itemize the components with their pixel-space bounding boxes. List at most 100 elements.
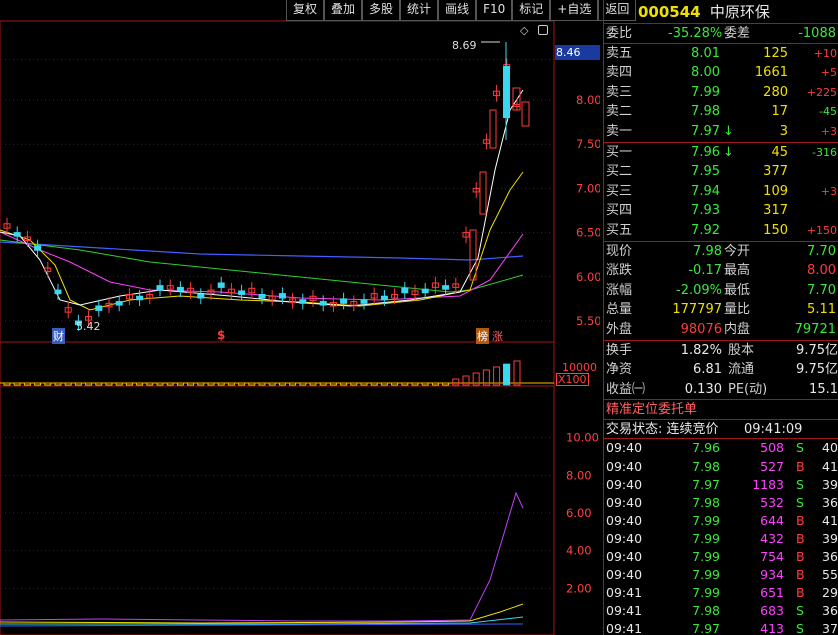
marker-dollar[interactable]: $ xyxy=(217,328,225,342)
toolbar-huaxian-button[interactable]: 画线 xyxy=(438,0,477,21)
kline-chart[interactable]: 8.00 7.50 7.00 6.50 6.00 5.50 10.00 8.00 6.00 4.0… xyxy=(0,0,602,635)
ask-change: +10 xyxy=(813,46,837,60)
trade-row[interactable]: 09:40 7.99 934 B 55 xyxy=(604,566,838,584)
trade-row[interactable]: 09:40 7.98 527 B 41 xyxy=(604,458,838,476)
quote-panel: 000544 中原环保 委比 -35.28% 委差 -1088 卖五 8.01 … xyxy=(603,0,838,635)
trade-side: B xyxy=(796,512,805,528)
volume-bar xyxy=(421,382,429,386)
price-tick-label: 6.50 xyxy=(576,226,600,240)
volume-bar xyxy=(34,382,42,386)
volume-bar xyxy=(289,382,297,386)
ask-level[interactable]: 卖二 7.98 17 -45 xyxy=(604,102,838,122)
trade-side: B xyxy=(796,567,805,583)
toolbar-diejia-button[interactable]: 叠加 xyxy=(324,0,363,21)
ask-price: 7.97 xyxy=(691,123,720,139)
trade-count: 29 xyxy=(822,585,838,601)
stat-row: 外盘 98076 内盘 79721 xyxy=(604,320,838,340)
stat2-label-2: 股本 xyxy=(728,342,755,358)
trade-status: 交易状态: 连续竞价 xyxy=(606,421,719,437)
trade-row[interactable]: 09:40 7.97 1183 S 39 xyxy=(604,476,838,494)
toolbar-zixuan-button[interactable]: +自选 xyxy=(550,0,599,21)
volume-bar xyxy=(207,382,215,386)
panel-toggle-icon[interactable] xyxy=(538,25,548,35)
trade-row[interactable]: 09:41 7.99 651 B 29 xyxy=(604,584,838,602)
stat-value-2: 7.70 xyxy=(807,282,836,298)
stat-label: 现价 xyxy=(606,243,633,259)
trade-side: S xyxy=(796,494,804,510)
volume-bar xyxy=(248,382,256,386)
stat2-label-2: 流通 xyxy=(728,362,755,378)
ask-change: -45 xyxy=(819,105,837,119)
toolbar-f10-button[interactable]: F10 xyxy=(476,0,513,21)
trade-row[interactable]: 09:40 7.98 532 S 36 xyxy=(604,494,838,512)
bid-level[interactable]: 买三 7.94 109 +3 xyxy=(604,182,838,202)
marker-bang[interactable]: 榜 xyxy=(476,328,489,344)
price-tick-label: 5.50 xyxy=(576,314,600,328)
toolbar-tongji-button[interactable]: 统计 xyxy=(400,0,439,21)
candle-body xyxy=(156,285,164,291)
kline-svg[interactable]: 8.00 7.50 7.00 6.50 6.00 5.50 10.00 8.00 6.00 4.0… xyxy=(0,0,602,635)
indicator-tick-label: 4.00 xyxy=(566,544,592,558)
order-title-row[interactable]: 精准定位委托单 xyxy=(604,400,838,420)
volume-bar xyxy=(156,382,164,386)
bid-volume: 45 xyxy=(771,144,788,160)
trade-time: 09:41:09 xyxy=(744,421,803,437)
candle-body xyxy=(115,301,123,306)
bid-level[interactable]: 买一 7.96 ↓ 45 -316 xyxy=(604,143,838,163)
volume-bar xyxy=(238,382,246,386)
candle-body xyxy=(489,109,497,149)
trade-row[interactable]: 09:41 7.97 413 S 37 xyxy=(604,620,838,635)
candle-body xyxy=(521,101,530,127)
trade-time-cell: 09:40 xyxy=(606,476,643,492)
toolbar-duogu-button[interactable]: 多股 xyxy=(362,0,401,21)
volume-bar xyxy=(319,382,327,386)
indicator-tick-label: 10.00 xyxy=(566,431,599,445)
trade-row[interactable]: 09:40 7.96 508 S 40 xyxy=(604,439,838,457)
trade-row[interactable]: 09:40 7.99 754 B 36 xyxy=(604,548,838,566)
volume-bar xyxy=(360,382,368,386)
trade-count: 36 xyxy=(822,549,838,565)
bid-level[interactable]: 买二 7.95 377 xyxy=(604,162,838,182)
volume-bar xyxy=(401,382,409,386)
volume-bar xyxy=(431,382,439,386)
weibi-value: -35.28% xyxy=(668,26,723,41)
stat-label: 涨跌 xyxy=(606,263,633,279)
trade-price: 7.99 xyxy=(692,567,720,583)
ask-level[interactable]: 卖三 7.99 280 +225 xyxy=(604,83,838,103)
bid-volume: 317 xyxy=(763,203,788,219)
trade-row[interactable]: 09:40 7.99 432 B 39 xyxy=(604,530,838,548)
volume-bar xyxy=(115,382,123,386)
stat-value: -0.17 xyxy=(688,263,722,279)
ask-label: 卖四 xyxy=(606,65,633,81)
marker-zhang[interactable]: 涨 xyxy=(492,328,503,344)
volume-bar xyxy=(54,382,62,386)
ask-label: 卖五 xyxy=(606,45,633,61)
marker-cai[interactable]: 财 xyxy=(52,328,65,344)
toolbar-biaoji-button[interactable]: 标记 xyxy=(512,0,551,21)
trade-row[interactable]: 09:40 7.99 644 B 41 xyxy=(604,512,838,530)
volume-bar xyxy=(380,382,388,386)
diamond-icon[interactable]: ◇ xyxy=(520,24,528,37)
weicha-value: -1088 xyxy=(798,26,836,41)
bid-level[interactable]: 买四 7.93 317 xyxy=(604,201,838,221)
bid-price: 7.96 xyxy=(691,144,720,160)
ask-level[interactable]: 卖一 7.97 ↓ 3 +3 xyxy=(604,122,838,142)
ask-level[interactable]: 卖四 8.00 1661 +5 xyxy=(604,63,838,83)
trade-count: 36 xyxy=(822,603,838,619)
ask-change: +3 xyxy=(820,124,837,138)
bid-level[interactable]: 买五 7.92 150 +150 xyxy=(604,221,838,241)
volume-bar xyxy=(350,382,358,386)
bid-price: 7.94 xyxy=(691,183,720,199)
bid-label: 买四 xyxy=(606,203,633,219)
trade-row[interactable]: 09:41 7.98 683 S 36 xyxy=(604,602,838,620)
bid-label: 买一 xyxy=(606,144,633,160)
stat-value-2: 79721 xyxy=(794,321,836,337)
trade-side: B xyxy=(796,530,805,546)
toolbar-fuquan-button[interactable]: 复权 xyxy=(286,0,325,21)
volume-bar xyxy=(513,360,521,386)
ask-level[interactable]: 卖五 8.01 125 +10 xyxy=(604,44,838,64)
trade-time-cell: 09:40 xyxy=(606,440,643,456)
trade-price: 7.99 xyxy=(692,585,720,601)
trade-price: 7.96 xyxy=(692,440,720,456)
ask-book: 卖五 8.01 125 +10 卖四 8.00 1661 +5 卖三 7.99 … xyxy=(604,44,838,143)
